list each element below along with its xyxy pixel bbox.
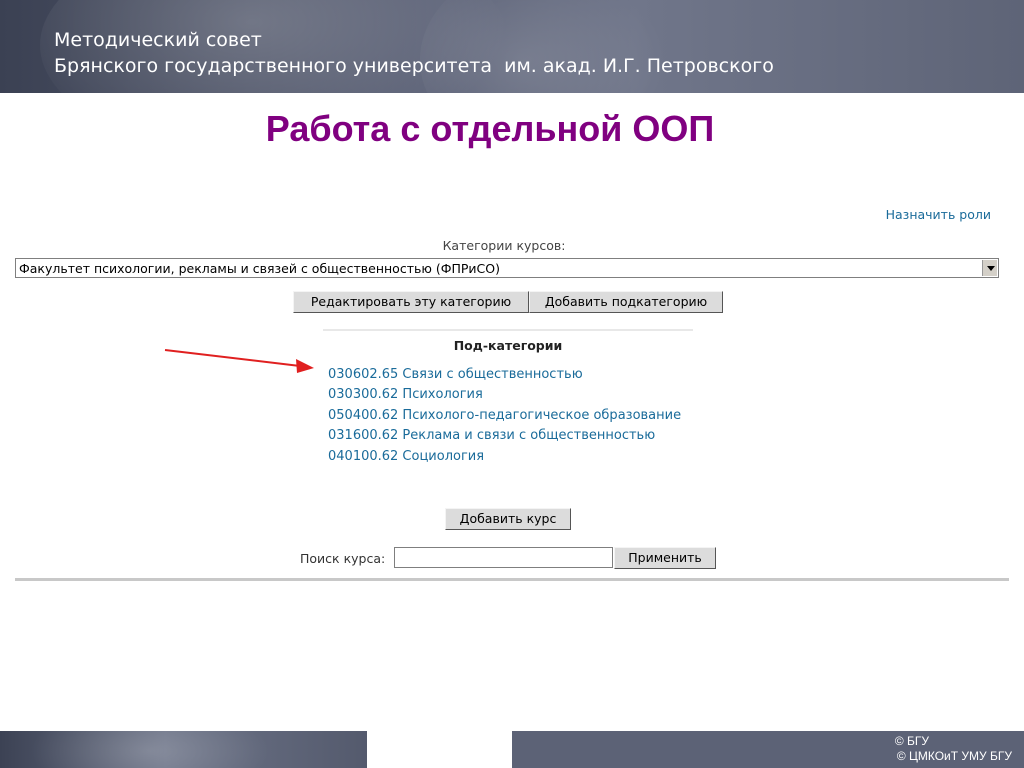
header-banner: Методический совет Брянского государстве…: [0, 0, 1024, 93]
footer-banner-left: [0, 731, 367, 768]
globe-decoration-secondary: [420, 0, 680, 93]
add-subcategory-button[interactable]: Добавить подкатегорию: [529, 291, 723, 313]
subcategory-link[interactable]: 030300.62 Психология: [328, 387, 681, 407]
apply-button[interactable]: Применить: [614, 547, 716, 569]
chevron-down-icon[interactable]: [982, 260, 997, 276]
category-select[interactable]: Факультет психологии, рекламы и связей с…: [15, 258, 999, 278]
slide-title: Работа с отдельной ООП: [265, 108, 715, 149]
divider: [15, 578, 1009, 581]
assign-roles-link[interactable]: Назначить роли: [886, 207, 991, 222]
globe-decoration: [20, 731, 280, 768]
subcategory-link[interactable]: 040100.62 Социология: [328, 449, 681, 469]
footer-banner-right: © БГУ © ЦМКОиТ УМУ БГУ: [512, 731, 1024, 768]
subcategory-link[interactable]: 050400.62 Психолого-педагогическое образ…: [328, 408, 681, 428]
edit-category-button[interactable]: Редактировать эту категорию: [293, 291, 529, 313]
subcategory-link[interactable]: 031600.62 Реклама и связи с общественнос…: [328, 428, 681, 448]
category-label: Категории курсов:: [442, 238, 566, 253]
header-title-line2: Брянского государственного университета …: [54, 55, 774, 77]
subcategory-link[interactable]: 030602.65 Связи с общественностью: [328, 367, 681, 387]
footer-copyright: © БГУ: [894, 734, 929, 748]
header-title-line1: Методический совет: [54, 29, 262, 51]
subcategory-list: 030602.65 Связи с общественностью 030300…: [328, 367, 681, 469]
add-course-button[interactable]: Добавить курс: [445, 508, 571, 530]
footer-copyright: © ЦМКОиТ УМУ БГУ: [896, 749, 1012, 763]
search-input[interactable]: [394, 547, 613, 568]
search-label: Поиск курса:: [300, 551, 386, 566]
subcategories-title: Под-категории: [453, 338, 563, 353]
annotation-arrow-icon: [164, 349, 314, 373]
divider: [323, 329, 693, 331]
category-select-value: Факультет психологии, рекламы и связей с…: [19, 261, 500, 276]
